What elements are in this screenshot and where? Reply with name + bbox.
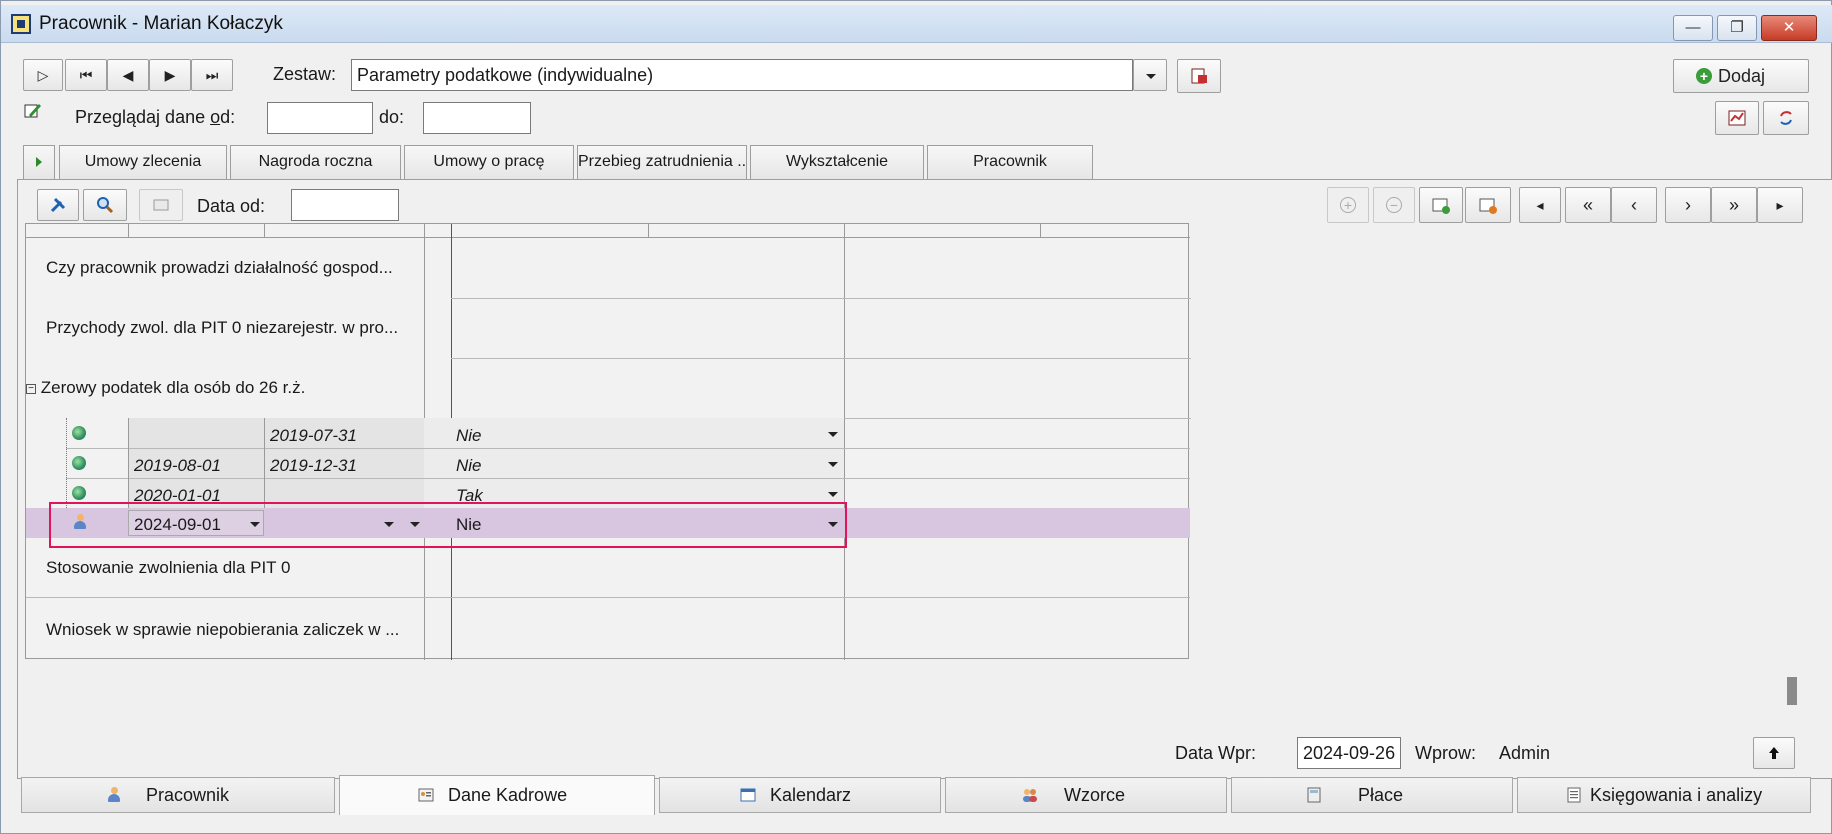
wprow-label: Wprow: <box>1415 743 1477 763</box>
highlight-box <box>49 502 847 548</box>
add-button-label: Dodaj <box>1718 66 1766 86</box>
zestaw-label: Zestaw: <box>273 64 337 84</box>
collapse-icon: − <box>26 383 36 394</box>
data-wpr-value: 2024-09-26 <box>1297 737 1401 769</box>
minimize-button[interactable]: — <box>1673 15 1713 41</box>
play-icon <box>36 157 42 167</box>
scroll-prev-button[interactable]: ‹ <box>1611 187 1657 223</box>
edit-icon <box>24 104 41 118</box>
parameters-grid: Czy pracownik prowadzi działalność gospo… <box>25 223 1191 660</box>
scroll-page-next-button[interactable]: » <box>1711 187 1757 223</box>
row-label[interactable]: Stosowanie zwolnienia dla PIT 0 <box>46 558 422 578</box>
data-wpr-label: Data Wpr: <box>1175 743 1257 763</box>
date-to-input[interactable] <box>423 102 531 134</box>
calculator-icon <box>1307 787 1321 803</box>
row-label[interactable]: Wniosek w sprawie niepobierania zaliczek… <box>46 620 422 640</box>
people-icon <box>1023 789 1037 802</box>
scroll-top-button[interactable] <box>1753 737 1795 769</box>
do-label: do: <box>379 107 405 127</box>
pracownik-window: Pracownik - Marian Kołaczyk — ❐ ✕ ▷ ⏮ ◀ … <box>0 0 1832 834</box>
row-label[interactable]: Czy pracownik prowadzi działalność gospo… <box>46 258 422 278</box>
chevron-down-icon[interactable] <box>828 432 838 437</box>
globe-icon <box>72 426 86 440</box>
zestaw-dropdown-button[interactable] <box>1133 59 1167 91</box>
minus-circle-icon: − <box>1386 197 1402 213</box>
scroll-next-button[interactable]: › <box>1665 187 1711 223</box>
export-button[interactable] <box>1177 59 1221 93</box>
search-button[interactable] <box>83 189 127 221</box>
bottom-tab-kalendarz[interactable]: Kalendarz <box>659 777 941 813</box>
card-button[interactable] <box>139 189 183 221</box>
report-icon <box>1728 110 1746 126</box>
scroll-last-button[interactable]: ▸ <box>1757 187 1803 223</box>
tab-nagroda-roczna[interactable]: Nagroda roczna <box>230 145 401 179</box>
row-label[interactable]: Przychody zwol. dla PIT 0 niezarejestr. … <box>46 318 422 338</box>
bottom-tab-pracownik[interactable]: Pracownik <box>21 777 335 813</box>
sub-row-value[interactable]: Nie <box>456 456 482 476</box>
wrench-icon <box>50 197 66 213</box>
new-record-button[interactable]: ▷ <box>23 59 63 91</box>
bottom-tab-wzorce[interactable]: Wzorce <box>945 777 1227 813</box>
add-button[interactable]: + Dodaj <box>1673 59 1809 93</box>
prev-record-button[interactable]: ◀ <box>107 59 149 91</box>
przegladaj-label: Przeglądaj dane od: <box>75 107 236 127</box>
bottom-tab-dane-kadrowe[interactable]: Dane Kadrowe <box>339 775 655 815</box>
arrow-up-icon <box>1769 747 1779 759</box>
tab-umowy-zlecenia[interactable]: Umowy zlecenia <box>59 145 227 179</box>
data-od-label: Data od: <box>197 196 266 216</box>
sheet-remove-icon <box>1479 198 1497 214</box>
plus-circle-icon: + <box>1696 68 1712 84</box>
chevron-down-icon <box>1146 74 1156 79</box>
scroll-first-button[interactable]: ◂ <box>1519 187 1561 223</box>
tab-przebieg-zatrudnienia[interactable]: Przebieg zatrudnienia ... <box>577 145 747 179</box>
sheet-add-icon <box>1432 198 1450 214</box>
chevron-down-icon[interactable] <box>828 492 838 497</box>
subrows-value-background <box>424 418 844 508</box>
data-od-input[interactable] <box>291 189 399 221</box>
refresh-icon <box>1780 111 1792 125</box>
ledger-icon <box>1567 787 1581 803</box>
date-from-input[interactable] <box>267 102 373 134</box>
vertical-scrollbar-thumb[interactable] <box>1787 677 1797 705</box>
last-record-button[interactable]: ⏭ <box>191 59 233 91</box>
zestaw-select[interactable]: Parametry podatkowe (indywidualne) <box>351 59 1133 91</box>
app-icon <box>11 14 31 34</box>
title-bar: Pracownik - Marian Kołaczyk — ❐ ✕ <box>1 5 1832 43</box>
report-button[interactable] <box>1715 101 1759 135</box>
sheet-remove-button[interactable] <box>1465 187 1511 223</box>
person-icon <box>106 787 122 803</box>
window-title: Pracownik - Marian Kołaczyk <box>39 13 283 34</box>
card-icon <box>153 199 169 211</box>
calendar-icon <box>740 788 756 802</box>
tab-umowy-o-prace[interactable]: Umowy o pracę <box>404 145 574 179</box>
search-icon <box>97 197 114 214</box>
tab-pracownik[interactable]: Pracownik <box>927 145 1093 179</box>
next-record-button[interactable]: ▶ <box>149 59 191 91</box>
globe-icon <box>72 486 86 500</box>
id-card-icon <box>418 788 434 802</box>
remove-row-button[interactable]: − <box>1373 187 1415 223</box>
maximize-button[interactable]: ❐ <box>1717 15 1757 41</box>
export-icon <box>1191 68 1207 84</box>
tools-button[interactable] <box>37 189 79 221</box>
tab-wyksztalcenie[interactable]: Wykształcenie <box>750 145 924 179</box>
first-record-button[interactable]: ⏮ <box>65 59 107 91</box>
wprow-value: Admin <box>1499 743 1551 763</box>
chevron-down-icon[interactable] <box>828 462 838 467</box>
bottom-tab-ksiegowania[interactable]: Księgowania i analizy <box>1517 777 1811 813</box>
close-button[interactable]: ✕ <box>1761 15 1817 41</box>
sub-row-to[interactable]: 2019-12-31 <box>270 456 357 476</box>
plus-circle-icon: + <box>1340 197 1356 213</box>
tab-scroll-button[interactable] <box>23 145 55 179</box>
globe-icon <box>72 456 86 470</box>
bottom-tab-place[interactable]: Płace <box>1231 777 1513 813</box>
refresh-button[interactable] <box>1763 101 1809 135</box>
scroll-page-prev-button[interactable]: « <box>1565 187 1611 223</box>
sub-row-from[interactable]: 2019-08-01 <box>134 456 221 476</box>
sheet-add-button[interactable] <box>1419 187 1463 223</box>
sub-row-value[interactable]: Nie <box>456 426 482 446</box>
sub-row-to[interactable]: 2019-07-31 <box>270 426 357 446</box>
add-row-button[interactable]: + <box>1327 187 1369 223</box>
row-label-expanded[interactable]: − Zerowy podatek dla osób do 26 r.ż. <box>26 378 422 398</box>
